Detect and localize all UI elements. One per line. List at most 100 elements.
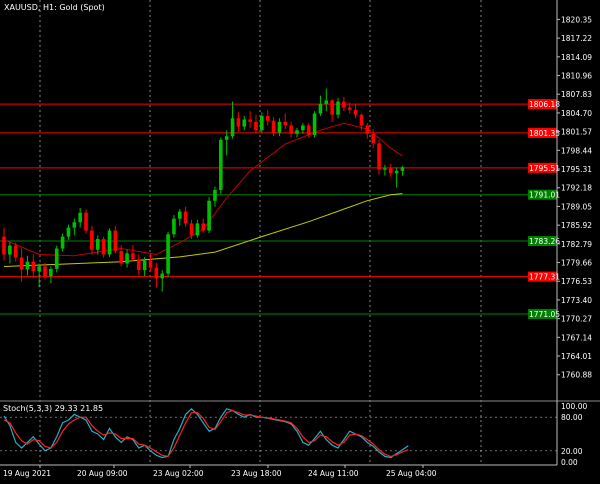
candle-body: [195, 223, 200, 236]
candle-body: [119, 250, 123, 264]
candle-body: [37, 266, 41, 272]
level-price-label: 1801.35: [529, 129, 560, 138]
price-tick-label: 1776.53: [561, 277, 592, 286]
price-tick-label: 1820.35: [561, 15, 592, 24]
price-tick-label: 1785.92: [561, 221, 592, 230]
stochastic-tick-label: 20.00: [561, 447, 583, 456]
price-tick-label: 1814.09: [561, 53, 592, 62]
price-tick-label: 1810.96: [561, 72, 592, 81]
candle-body: [324, 100, 329, 104]
level-price-label: 1777.31: [529, 273, 560, 282]
price-tick-label: 1792.18: [561, 184, 592, 193]
candle-body: [224, 136, 229, 140]
stochastic-tick-label: 80.00: [561, 413, 583, 422]
candle-body: [336, 101, 340, 115]
price-tick-label: 1807.83: [561, 90, 592, 99]
candle-body: [113, 230, 118, 251]
candle-body: [136, 259, 141, 271]
candle-body: [342, 101, 346, 108]
candle-body: [189, 223, 194, 236]
price-tick-label: 1770.27: [561, 315, 592, 324]
price-tick-label: 1795.31: [561, 165, 592, 174]
time-tick-label: 20 Aug 09:00: [77, 469, 128, 478]
level-price-label: 1791.01: [529, 191, 560, 200]
level-price-label: 1771.05: [529, 310, 560, 319]
time-tick-label: 24 Aug 11:00: [308, 469, 359, 478]
time-tick-label: 23 Aug 02:00: [153, 469, 204, 478]
candle-body: [219, 139, 223, 190]
candle-body: [160, 273, 165, 279]
candle-body: [201, 223, 206, 231]
candle-body: [400, 167, 405, 171]
candle-body: [84, 212, 88, 231]
candle-body: [101, 238, 106, 255]
candle-body: [154, 267, 159, 279]
candle-body: [125, 253, 129, 264]
stochastic-label: Stoch(5,3,3) 29.33 21.85: [3, 404, 103, 413]
candle-body: [242, 119, 247, 127]
candle-body: [265, 115, 270, 121]
candle-body: [13, 245, 18, 258]
candle-body: [371, 133, 375, 144]
time-tick-label: 23 Aug 18:00: [231, 469, 282, 478]
candle-body: [289, 125, 293, 134]
candle-body: [377, 143, 381, 170]
candle-body: [183, 211, 188, 224]
candle-body: [25, 261, 30, 270]
price-tick-label: 1817.22: [561, 34, 592, 43]
chart-title: XAUUSD, H1: Gold (Spot): [4, 3, 105, 12]
candle-body: [31, 261, 36, 272]
candle-body: [142, 260, 147, 271]
level-price-label: 1795.51: [529, 164, 560, 173]
candle-body: [19, 257, 24, 270]
candle-body: [131, 253, 135, 260]
candle-body: [359, 114, 364, 126]
candle-body: [353, 109, 358, 115]
time-tick-label: 25 Aug 04:00: [386, 469, 437, 478]
candle-body: [365, 125, 370, 134]
candle-body: [254, 121, 258, 131]
candle-body: [178, 211, 182, 219]
candle-body: [394, 170, 399, 174]
price-tick-label: 1782.79: [561, 240, 592, 249]
candle-body: [271, 120, 276, 133]
candle-body: [8, 245, 12, 255]
candle-body: [54, 248, 59, 269]
candle-body: [236, 118, 241, 127]
candle-body: [2, 236, 6, 255]
candle-body: [78, 212, 82, 223]
candle-body: [172, 218, 176, 235]
candle-body: [330, 100, 334, 115]
level-price-label: 1806.18: [529, 100, 560, 109]
candle-body: [72, 222, 77, 228]
candle-body: [166, 234, 170, 274]
candle-body: [306, 125, 311, 136]
candle-body: [347, 107, 352, 110]
time-tick-label: 19 Aug 2021: [3, 469, 51, 478]
candle-body: [388, 168, 393, 174]
candle-body: [43, 266, 47, 277]
price-tick-label: 1804.70: [561, 109, 592, 118]
candle-body: [49, 268, 53, 277]
candle-body: [107, 230, 112, 255]
candle-body: [207, 200, 211, 231]
candle-body: [318, 103, 323, 114]
stochastic-tick-label: 100.00: [561, 402, 587, 411]
price-tick-label: 1789.05: [561, 202, 592, 211]
stochastic-tick-label: 0.00: [561, 458, 578, 467]
chart-root: 1806.18 1801.35 1795.51 1791.01 1783.26 1777.…: [0, 0, 600, 480]
candle-body: [148, 260, 153, 268]
price-tick-label: 1767.14: [561, 333, 592, 342]
candle-body: [60, 236, 65, 249]
price-tick-label: 1760.88: [561, 371, 592, 380]
price-tick-label: 1798.44: [561, 146, 592, 155]
candle-body: [295, 130, 299, 134]
price-tick-label: 1773.40: [561, 296, 592, 305]
candle-body: [283, 121, 288, 126]
price-tick-label: 1779.66: [561, 259, 592, 268]
level-price-label: 1783.26: [529, 237, 560, 246]
candle-body: [383, 168, 387, 170]
candle-body: [230, 118, 235, 137]
candle-body: [95, 238, 100, 250]
candle-body: [248, 119, 252, 122]
